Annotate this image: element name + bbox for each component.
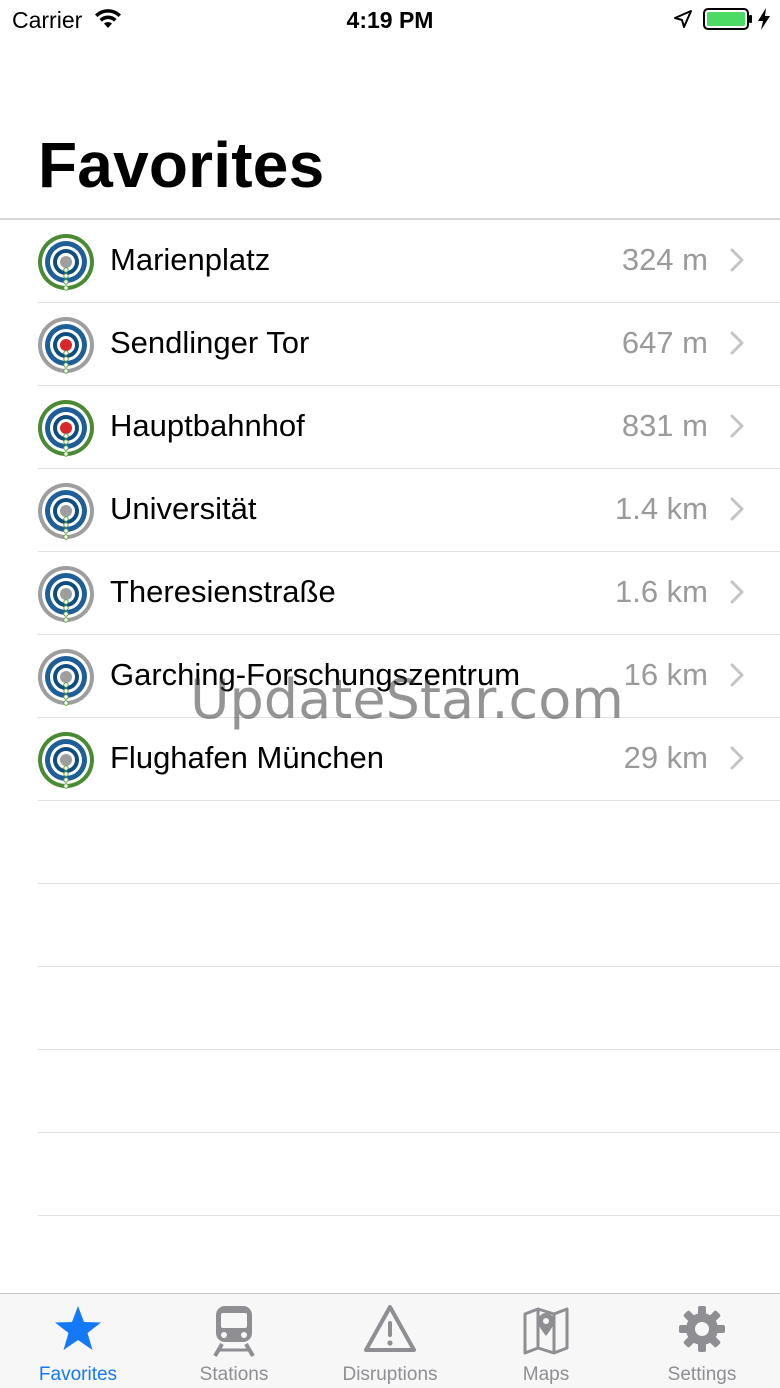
empty-row <box>38 1133 780 1216</box>
clock: 4:19 PM <box>346 7 434 33</box>
station-distance: 324 m <box>621 242 708 277</box>
station-target-icon <box>36 564 96 624</box>
tab-label: Favorites <box>38 1364 118 1385</box>
station-name: Marienplatz <box>110 242 271 277</box>
station-distance: 16 km <box>623 657 708 692</box>
tab-label: Settings <box>667 1364 737 1385</box>
station-name: Flughafen München <box>110 740 385 775</box>
tab-disruptions[interactable]: Disruptions <box>312 1294 468 1388</box>
tab-label: Disruptions <box>342 1364 438 1385</box>
tab-stations[interactable]: Stations <box>156 1294 312 1388</box>
station-name: Hauptbahnhof <box>110 408 305 443</box>
station-name: Sendlinger Tor <box>110 325 310 360</box>
station-name: Theresienstraße <box>110 574 336 609</box>
empty-row <box>38 1050 780 1133</box>
station-row[interactable]: Universität 1.4 km <box>38 469 780 552</box>
station-distance: 647 m <box>621 325 708 360</box>
gear-icon <box>677 1304 727 1359</box>
station-distance: 831 m <box>621 408 708 443</box>
tab-maps[interactable]: Maps <box>468 1294 624 1388</box>
tab-label: Stations <box>199 1364 269 1385</box>
chevron-right-icon <box>730 414 744 443</box>
station-target-icon <box>36 730 96 790</box>
map-icon <box>522 1304 570 1361</box>
chevron-right-icon <box>730 248 744 277</box>
chevron-right-icon <box>730 580 744 609</box>
empty-row <box>38 967 780 1050</box>
station-name: Universität <box>110 491 257 526</box>
star-icon <box>53 1304 103 1357</box>
station-target-icon <box>36 481 96 541</box>
station-row[interactable]: Sendlinger Tor 647 m <box>38 303 780 386</box>
station-row[interactable]: Hauptbahnhof 831 m <box>38 386 780 469</box>
chevron-right-icon <box>730 746 744 775</box>
empty-row <box>38 884 780 967</box>
tab-bar: Favorites Stations Disruptions Maps Sett… <box>0 1293 780 1388</box>
warning-icon <box>363 1304 417 1359</box>
status-bar: Carrier 4:19 PM <box>0 0 780 40</box>
station-distance: 1.6 km <box>614 574 708 609</box>
station-row[interactable]: Theresienstraße 1.6 km <box>38 552 780 635</box>
train-icon <box>212 1304 256 1363</box>
tab-label: Maps <box>522 1364 570 1385</box>
location-arrow-icon <box>674 10 692 33</box>
station-target-icon <box>36 315 96 375</box>
station-target-icon <box>36 398 96 458</box>
chevron-right-icon <box>730 497 744 526</box>
tab-settings[interactable]: Settings <box>624 1294 780 1388</box>
chevron-right-icon <box>730 331 744 360</box>
charging-bolt-icon <box>757 7 771 36</box>
chevron-right-icon <box>730 663 744 692</box>
battery-icon <box>703 8 753 35</box>
empty-row <box>38 801 780 884</box>
page-title: Favorites <box>38 129 325 201</box>
watermark: UpdateStar.com <box>190 668 624 731</box>
station-distance: 29 km <box>623 740 708 775</box>
station-target-icon <box>36 232 96 292</box>
station-row[interactable]: Marienplatz 324 m <box>38 220 780 303</box>
station-target-icon <box>36 647 96 707</box>
tab-favorites[interactable]: Favorites <box>0 1294 156 1388</box>
station-distance: 1.4 km <box>614 491 708 526</box>
